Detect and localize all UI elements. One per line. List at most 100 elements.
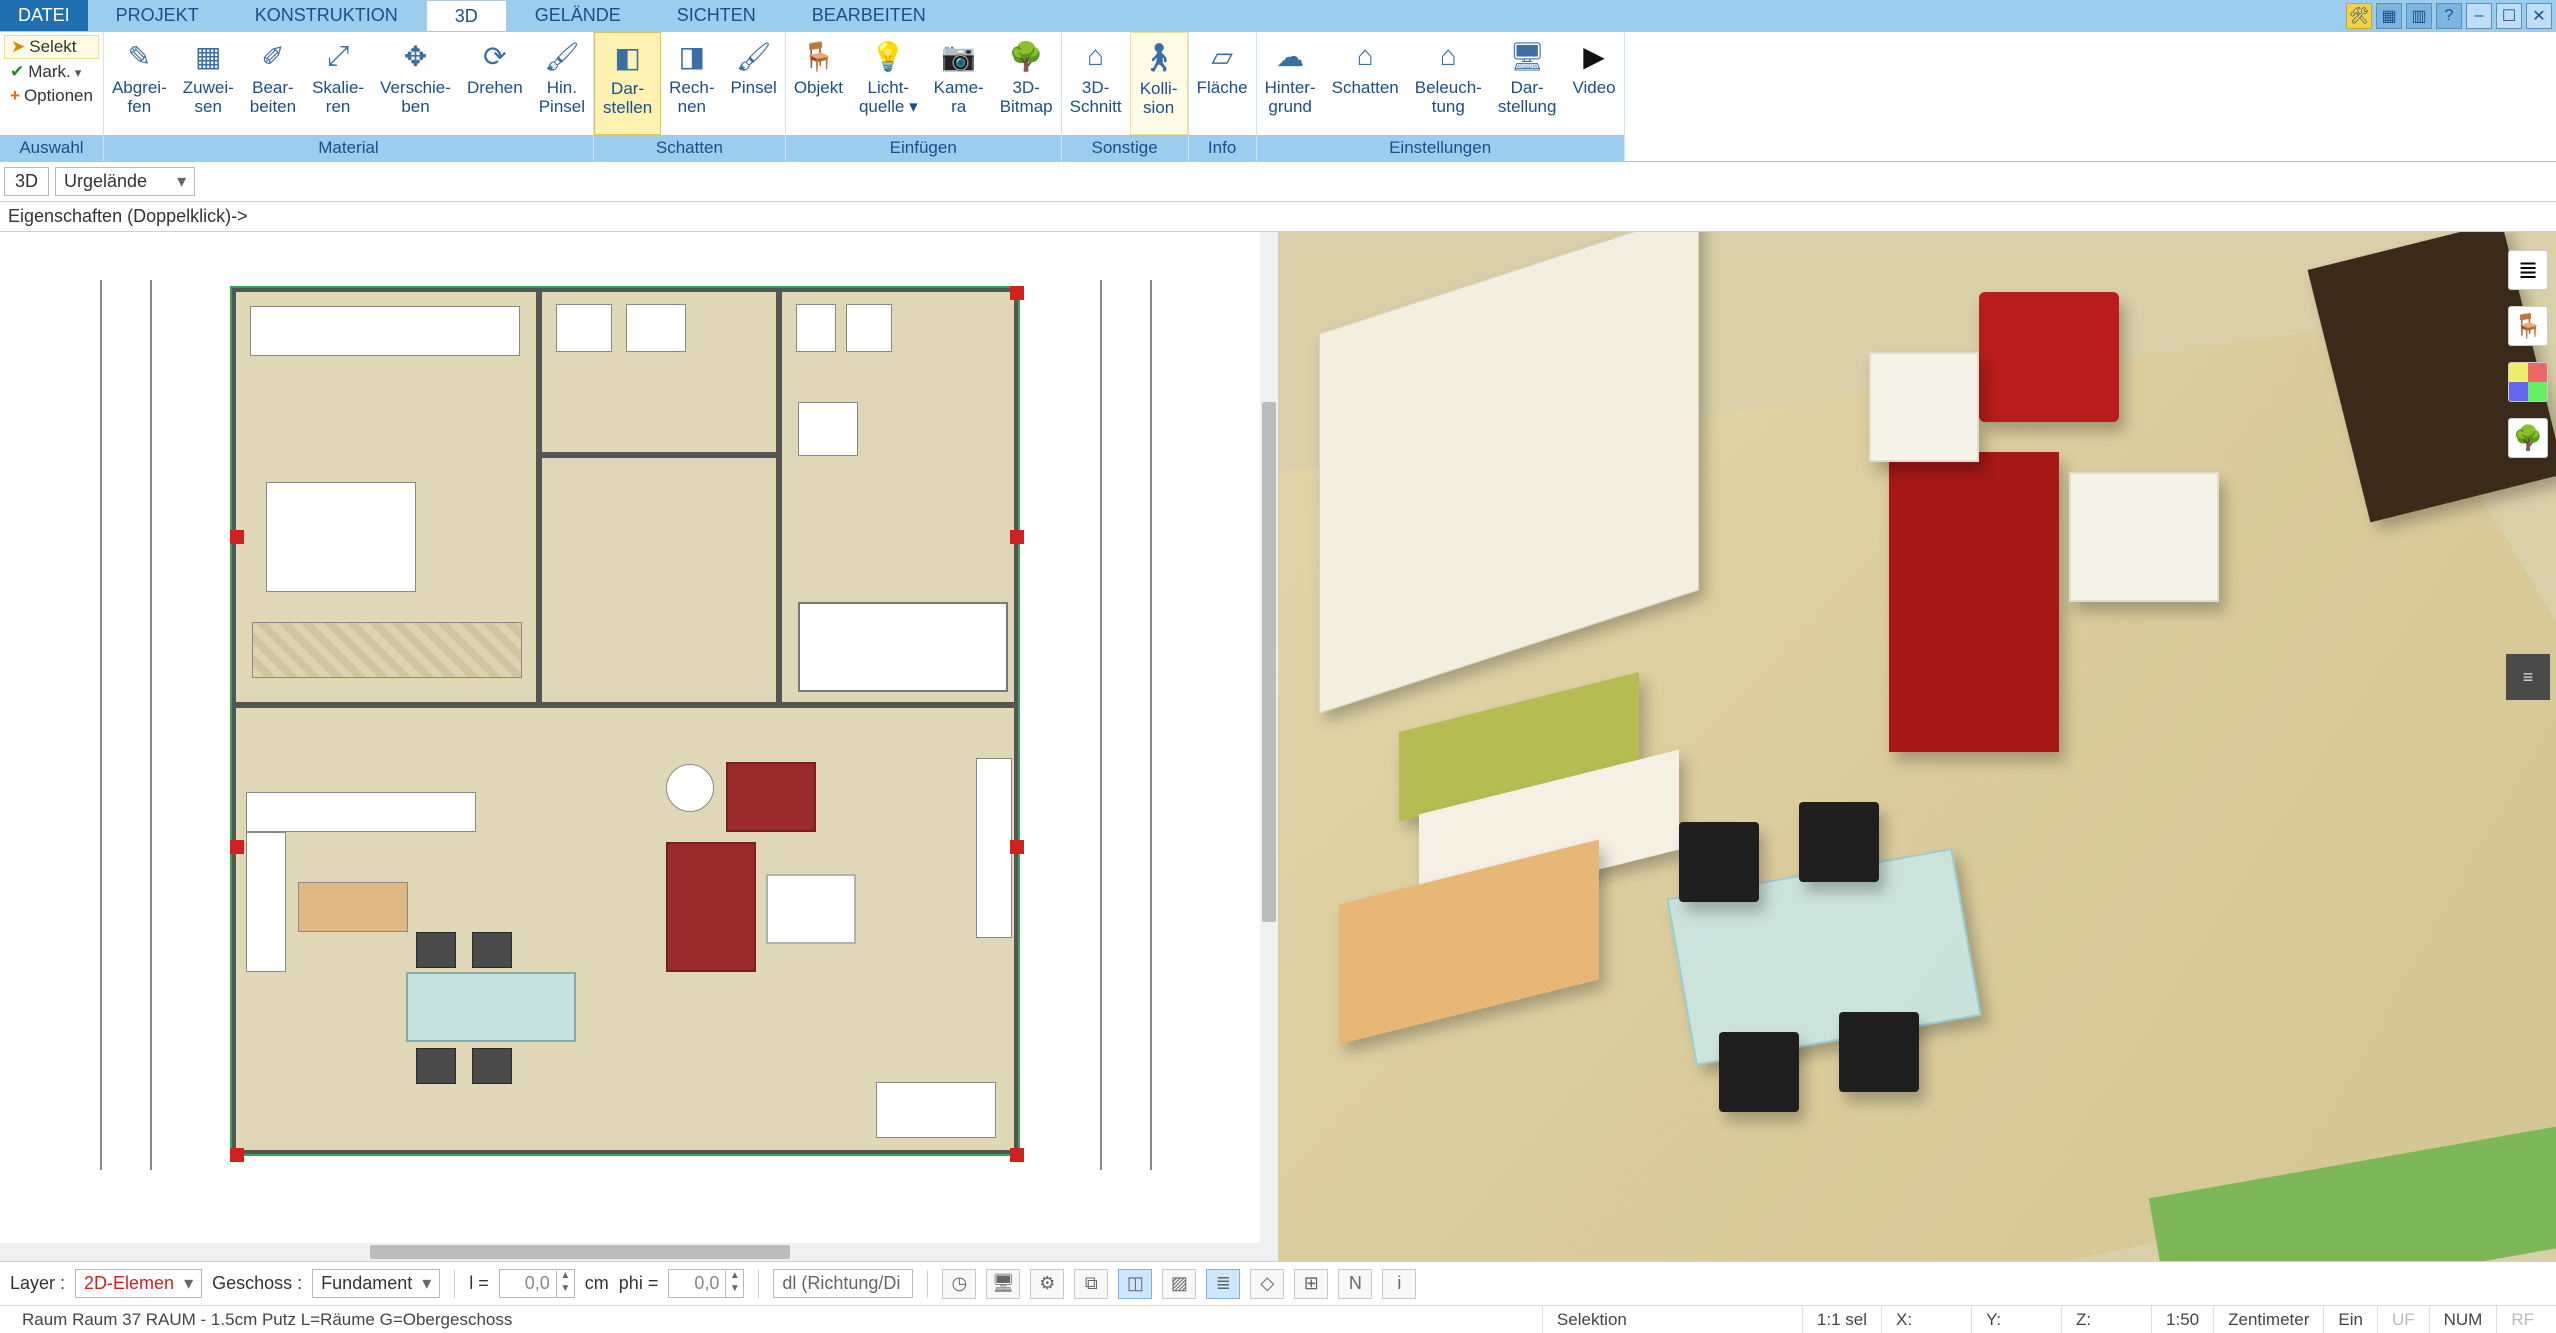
side-plant-icon[interactable]: 🌳 (2508, 418, 2548, 458)
status-ein: Ein (2324, 1306, 2378, 1333)
label: Licht- quelle ▾ (859, 78, 918, 116)
scrollbar-h-thumb[interactable] (370, 1245, 790, 1259)
phi-up-icon[interactable]: ▲ (725, 1271, 743, 1284)
l-input[interactable] (500, 1270, 556, 1297)
dining-chair-3d-1 (1679, 822, 1759, 902)
menu-konstruktion[interactable]: KONSTRUKTION (227, 0, 426, 31)
floorplan[interactable] (230, 286, 1020, 1156)
dim-rail-v-inner (150, 280, 152, 1170)
grid-icon[interactable]: ⊞ (1294, 1269, 1328, 1299)
label: Abgrei- fen (112, 78, 167, 116)
einstellungen-video[interactable]: ▶Video (1564, 32, 1623, 135)
l-up-icon[interactable]: ▲ (556, 1271, 574, 1284)
l-spinner[interactable]: ▲▼ (499, 1269, 575, 1298)
schatten-rechnen[interactable]: ◨Rech- nen (661, 32, 722, 135)
side-expand-icon[interactable]: ≡ (2506, 654, 2550, 700)
optionen-tool[interactable]: + Optionen (4, 85, 99, 107)
menu-3d[interactable]: 3D (426, 0, 507, 31)
side-palette-icon[interactable] (2508, 362, 2548, 402)
info-flaeche[interactable]: ▱Fläche (1189, 32, 1256, 135)
ribbon-group-info: ▱Fläche Info (1189, 32, 1257, 161)
menu-gelaende[interactable]: GELÄNDE (507, 0, 649, 31)
geschoss-select[interactable]: Fundament (312, 1269, 440, 1298)
bulb-icon: 💡 (868, 36, 908, 76)
close-icon[interactable]: ✕ (2526, 3, 2552, 29)
mark-tool[interactable]: ✔ Mark. (4, 61, 99, 83)
scrollbar-v-thumb[interactable] (1262, 402, 1276, 922)
schatten-pinsel[interactable]: 🖌Pinsel (723, 32, 785, 135)
label: Beleuch- tung (1415, 78, 1482, 116)
config-icon[interactable]: ⚙ (1030, 1269, 1064, 1299)
monitor-icon[interactable]: 🖥 (986, 1269, 1020, 1299)
einfuegen-objekt[interactable]: 🪑Objekt (786, 32, 851, 135)
scrollbar-h-2d[interactable] (0, 1243, 1278, 1261)
view-2d[interactable] (0, 232, 1279, 1261)
einstellungen-schatten[interactable]: ⌂Schatten (1324, 32, 1407, 135)
phi-input[interactable] (669, 1270, 725, 1297)
view-icon[interactable]: ▥ (2406, 3, 2432, 29)
einfuegen-3dbitmap[interactable]: 🌳3D- Bitmap (992, 32, 1061, 135)
view-3d[interactable]: ≣ 🪑 🌳 ≡ (1279, 232, 2556, 1261)
material-skalieren[interactable]: ⤢Skalie- ren (304, 32, 372, 135)
sonstige-kollision[interactable]: 🚶︎Kolli- sion (1130, 32, 1188, 135)
sonstige-3dschnitt[interactable]: ⌂3D- Schnitt (1062, 32, 1130, 135)
layer-select[interactable]: 2D-Elemen (75, 1269, 202, 1298)
side-layers-icon[interactable]: ≣ (2508, 250, 2548, 290)
side-furniture-icon[interactable]: 🪑 (2508, 306, 2548, 346)
scrollbar-v-2d[interactable] (1260, 232, 1278, 1243)
layers-toggle-icon[interactable]: ≣ (1206, 1269, 1240, 1299)
project-icon[interactable]: ▦ (2376, 3, 2402, 29)
einstellungen-hintergrund[interactable]: ☁Hinter- grund (1257, 32, 1324, 135)
label: Dar- stellung (1498, 78, 1557, 116)
schatten-darstellen[interactable]: ◧Dar- stellen (594, 32, 661, 135)
info-icon[interactable]: i (1382, 1269, 1416, 1299)
north-icon[interactable]: N (1338, 1269, 1372, 1299)
material-bearbeiten[interactable]: ✐Bear- beiten (242, 32, 304, 135)
einstellungen-darstellung[interactable]: 🖥Dar- stellung (1490, 32, 1565, 135)
select-label: Selekt (29, 37, 76, 57)
menu-projekt[interactable]: PROJEKT (88, 0, 227, 31)
minimize-icon[interactable]: – (2466, 3, 2492, 29)
material-verschieben[interactable]: ✥Verschie- ben (372, 32, 459, 135)
select-tool[interactable]: ➤ Selekt (4, 35, 99, 59)
display-icon: 🖥 (1507, 36, 1547, 76)
label: Hinter- grund (1265, 78, 1316, 116)
material-zuweisen[interactable]: ▦Zuwei- sen (175, 32, 242, 135)
phi-spinner[interactable]: ▲▼ (668, 1269, 744, 1298)
geschoss-label: Geschoss : (212, 1273, 302, 1294)
phi-down-icon[interactable]: ▼ (725, 1284, 743, 1297)
menu-sichten[interactable]: SICHTEN (649, 0, 784, 31)
ribbon-group-einstellungen: ☁Hinter- grund ⌂Schatten ⌂Beleuch- tung … (1257, 32, 1625, 161)
label: Verschie- ben (380, 78, 451, 116)
layer-combo[interactable]: Urgelände (55, 167, 195, 196)
einfuegen-kamera[interactable]: 📷Kame- ra (926, 32, 992, 135)
label: Hin. Pinsel (539, 78, 585, 116)
dl-field[interactable]: dl (Richtung/Di (773, 1269, 913, 1298)
measure-icon[interactable]: ◇ (1250, 1269, 1284, 1299)
marker-3 (230, 840, 244, 854)
wc-2 (796, 304, 836, 352)
tools-icon[interactable]: 🛠 (2346, 3, 2372, 29)
layer-label: Layer : (10, 1273, 65, 1294)
clone-icon[interactable]: ⧉ (1074, 1269, 1108, 1299)
hatch-icon[interactable]: ▨ (1162, 1269, 1196, 1299)
views-icon[interactable]: ◫ (1118, 1269, 1152, 1299)
status-x: X: (1882, 1306, 1972, 1333)
kitchen-row (246, 792, 476, 832)
einstellungen-beleuchtung[interactable]: ⌂Beleuch- tung (1407, 32, 1490, 135)
properties-hint[interactable]: Eigenschaften (Doppelklick)-> (0, 202, 2556, 232)
menu-bearbeiten[interactable]: BEARBEITEN (784, 0, 954, 31)
help-icon[interactable]: ? (2436, 3, 2462, 29)
material-abgreifen[interactable]: ✎Abgrei- fen (104, 32, 175, 135)
menu-file[interactable]: DATEI (0, 0, 88, 31)
ribbon-group-auswahl: ➤ Selekt ✔ Mark. + Optionen Auswahl (0, 32, 104, 161)
material-drehen[interactable]: ⟳Drehen (459, 32, 531, 135)
restore-icon[interactable]: ☐ (2496, 3, 2522, 29)
einfuegen-lichtquelle[interactable]: 💡Licht- quelle ▾ (851, 32, 926, 135)
mode-chip[interactable]: 3D (4, 167, 49, 196)
tree-icon: 🌳 (1006, 36, 1046, 76)
material-hin-pinsel[interactable]: 🖌Hin. Pinsel (531, 32, 593, 135)
clock-icon[interactable]: ◷ (942, 1269, 976, 1299)
l-down-icon[interactable]: ▼ (556, 1284, 574, 1297)
ribbon: ➤ Selekt ✔ Mark. + Optionen Auswahl ✎Abg… (0, 32, 2556, 162)
